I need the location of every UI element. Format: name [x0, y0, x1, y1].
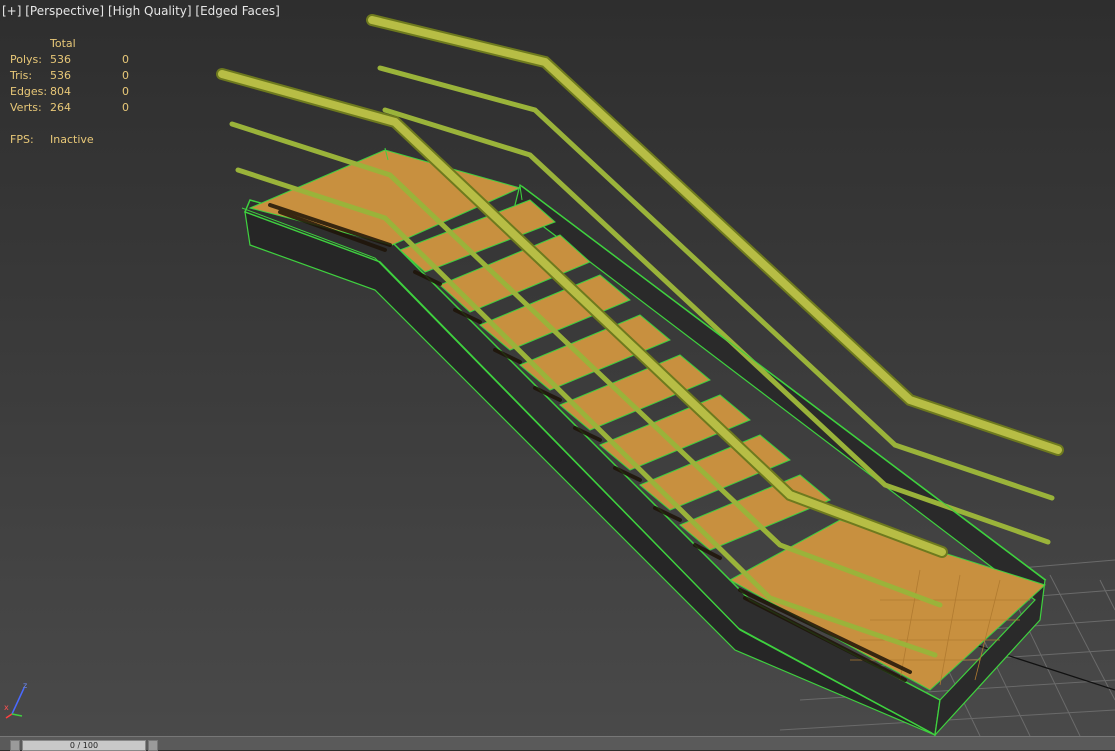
- viewport-scene[interactable]: [0, 0, 1115, 736]
- axis-x-label: x: [4, 703, 9, 712]
- time-slider-next-button[interactable]: [148, 740, 158, 751]
- time-slider-prev-button[interactable]: [10, 740, 20, 751]
- axis-tripod-icon: z x: [4, 681, 27, 719]
- status-bar: [0, 736, 1115, 750]
- time-slider[interactable]: 0 / 100: [22, 740, 146, 751]
- axis-z-label: z: [23, 681, 27, 690]
